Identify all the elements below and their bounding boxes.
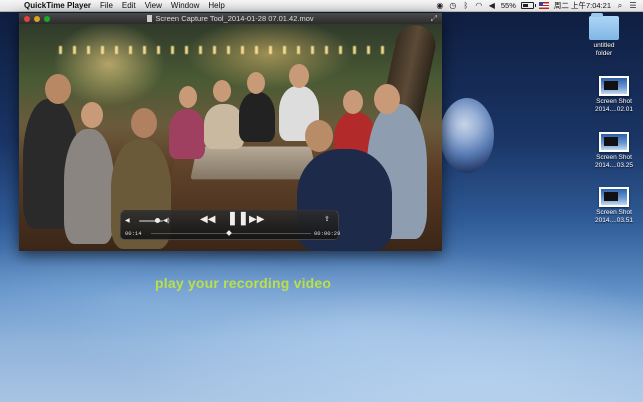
promo-caption: play your recording video <box>155 275 332 291</box>
menu-edit[interactable]: Edit <box>122 0 136 12</box>
notification-center-icon[interactable]: ☰ <box>629 1 637 10</box>
menu-clock[interactable]: 周二 上午7:04:21 <box>554 0 611 11</box>
rewind-button[interactable]: ◀◀ <box>200 215 215 225</box>
video-frame[interactable]: ◀ ◀) ◀◀ ❚❚ ▶▶ ⇪ 00:14 00:00:29 <box>19 24 442 251</box>
person-1-head <box>45 74 71 104</box>
menu-app-name[interactable]: QuickTime Player <box>24 0 91 12</box>
person-10-head <box>305 120 333 152</box>
folder-icon <box>589 13 619 40</box>
time-machine-icon[interactable]: ◷ <box>449 1 457 10</box>
person-6 <box>239 92 275 142</box>
screenshot-icon <box>599 76 629 96</box>
fast-forward-button[interactable]: ▶▶ <box>249 215 264 225</box>
desktop-icon-screenshot-1[interactable]: Screen Shot 2014....02.01 <box>586 76 642 113</box>
desktop-icon-label: Screen Shot 2014....03.51 <box>595 209 633 224</box>
volume-max-icon[interactable]: ◀) <box>163 216 170 226</box>
pause-button[interactable]: ❚❚ <box>227 211 249 224</box>
person-3-head <box>131 108 157 138</box>
person-9-head <box>374 84 400 114</box>
bluetooth-icon[interactable]: ᛒ <box>462 1 470 10</box>
menu-bar: QuickTime Player File Edit View Window H… <box>0 0 643 12</box>
person-2 <box>64 129 114 244</box>
table-runner <box>190 146 318 180</box>
menu-window[interactable]: Window <box>171 0 199 12</box>
screenshot-icon <box>599 187 629 207</box>
menu-view[interactable]: View <box>145 0 162 12</box>
desktop-icon-screenshot-3[interactable]: Screen Shot 2014....03.51 <box>586 187 642 224</box>
input-source-flag-icon[interactable] <box>538 2 549 9</box>
battery-percent[interactable]: 55% <box>501 1 516 10</box>
window-title: Screen Capture Tool_2014-01-28 07.01.42.… <box>19 13 442 24</box>
person-4 <box>169 109 205 159</box>
wifi-icon[interactable]: ◠ <box>475 1 483 10</box>
apple-menu-icon[interactable] <box>8 1 18 11</box>
document-icon <box>147 15 153 22</box>
desktop-icon-label: Screen Shot 2014....03.25 <box>595 154 633 169</box>
person-2-head <box>81 102 103 128</box>
desktop-icon-untitled-folder[interactable]: untitled folder <box>576 13 632 57</box>
string-lights <box>59 46 419 54</box>
desktop-icon-screenshot-2[interactable]: Screen Shot 2014....03.25 <box>586 132 642 169</box>
quicktime-window: Screen Capture Tool_2014-01-28 07.01.42.… <box>19 13 442 251</box>
status-area: ◉ ◷ ᛒ ◠ ◀ 55% 周二 上午7:04:21 ⌕ ☰ <box>436 0 643 11</box>
wallpaper-planet <box>440 98 494 173</box>
volume-icon[interactable]: ◀ <box>488 1 496 10</box>
volume-slider-knob[interactable] <box>155 218 160 223</box>
window-titlebar[interactable]: Screen Capture Tool_2014-01-28 07.01.42.… <box>19 13 442 24</box>
person-5 <box>204 104 244 149</box>
menu-help[interactable]: Help <box>208 0 224 12</box>
volume-mute-icon[interactable]: ◀ <box>125 216 130 226</box>
window-title-text: Screen Capture Tool_2014-01-28 07.01.42.… <box>155 14 314 23</box>
elapsed-time: 00:14 <box>125 230 142 237</box>
person-5-head <box>213 80 231 102</box>
fullscreen-icon[interactable]: ⤢ <box>431 14 437 24</box>
person-7-head <box>289 64 309 88</box>
spotlight-search-icon[interactable]: ⌕ <box>616 1 624 10</box>
screenshot-icon <box>599 132 629 152</box>
person-6-head <box>247 72 265 94</box>
app-status-icon[interactable]: ◉ <box>436 1 444 10</box>
desktop-icon-label: Screen Shot 2014....02.01 <box>595 98 633 113</box>
menu-file[interactable]: File <box>100 0 113 12</box>
playhead[interactable] <box>226 230 232 236</box>
share-icon[interactable]: ⇪ <box>324 215 330 225</box>
desktop-icon-label: untitled folder <box>593 42 615 57</box>
playback-controls: ◀ ◀) ◀◀ ❚❚ ▶▶ ⇪ 00:14 00:00:29 <box>120 210 341 240</box>
person-4-head <box>179 86 197 108</box>
battery-icon[interactable] <box>520 2 536 9</box>
remaining-time: 00:00:29 <box>314 230 341 237</box>
person-8-head <box>343 90 363 114</box>
